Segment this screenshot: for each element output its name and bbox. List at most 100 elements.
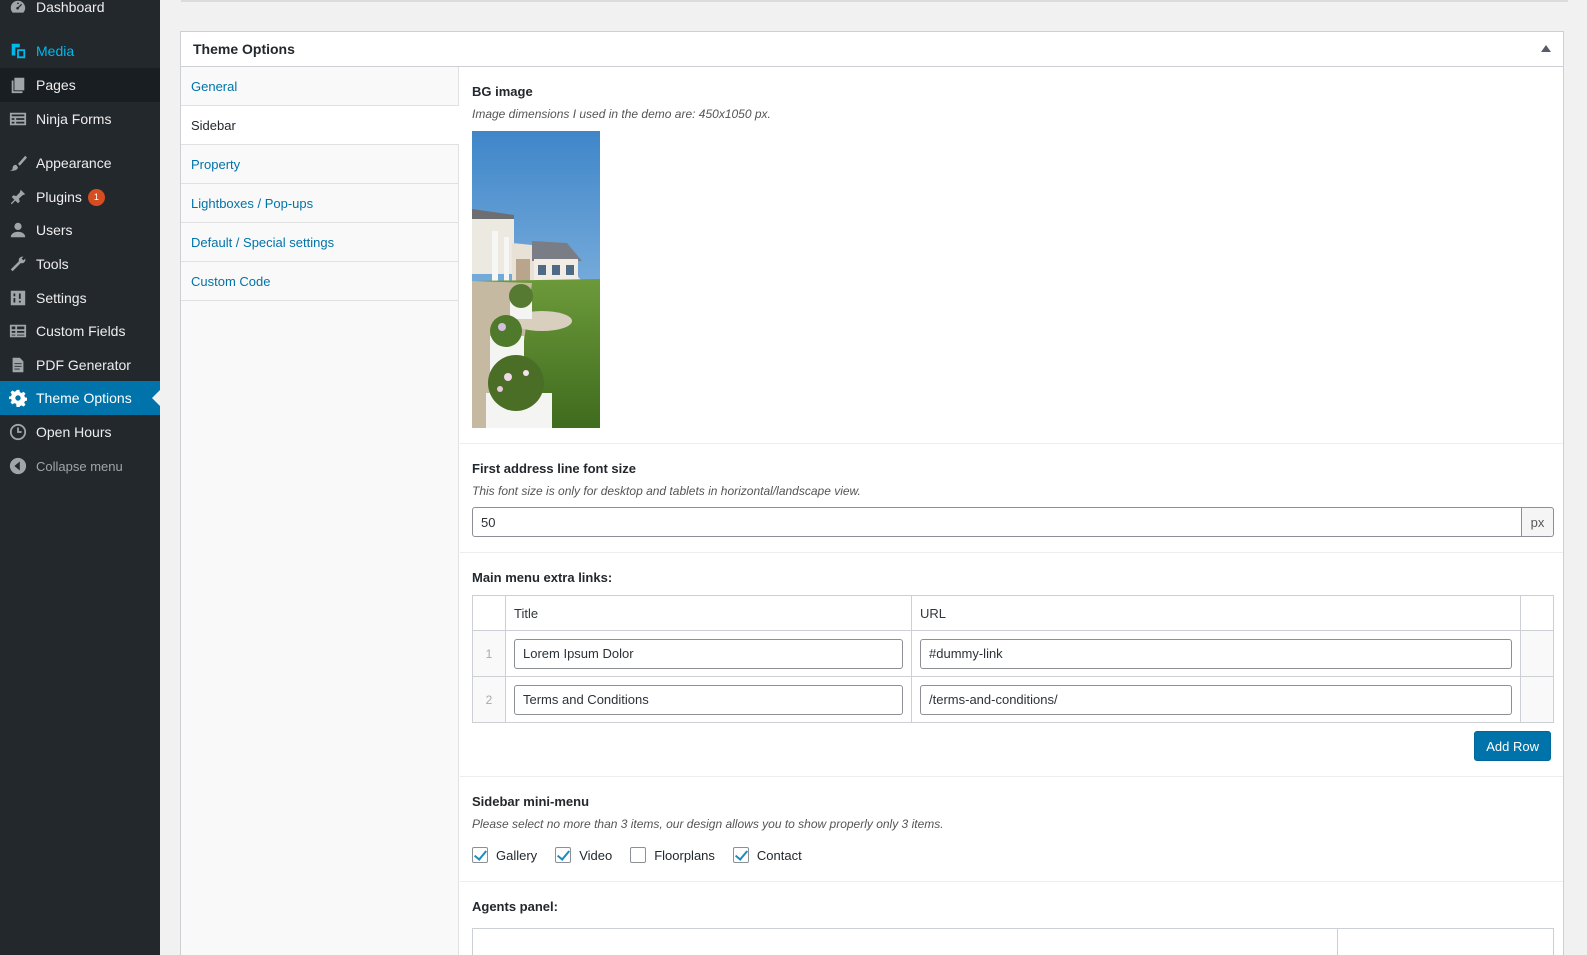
sidebar-item-theme-options[interactable]: Theme Options: [0, 381, 160, 415]
font-size-field: First address line font size This font s…: [460, 444, 1563, 553]
user-icon: [8, 220, 28, 240]
sidebar-item-label: Users: [36, 222, 73, 238]
actions-header: [1520, 595, 1554, 631]
sidebar-item-tools[interactable]: Tools: [0, 247, 160, 281]
admin-sidebar: Dashboard Media Pages Ninja Forms Appear…: [0, 0, 160, 955]
link-url-input[interactable]: [920, 638, 1512, 669]
tab-sidebar[interactable]: Sidebar: [181, 106, 459, 145]
title-column-header: Title: [505, 595, 912, 631]
row-actions[interactable]: [1520, 630, 1554, 677]
document-icon: [8, 355, 28, 375]
gear-icon: [8, 388, 28, 408]
field-label: BG image: [472, 84, 533, 99]
checkbox-label: Floorplans: [654, 847, 715, 863]
tab-content: BG image Image dimensions I used in the …: [460, 67, 1563, 955]
sidebar-item-label: Media: [36, 43, 75, 59]
collapse-icon: [8, 456, 28, 476]
tab-default-special-settings[interactable]: Default / Special settings: [181, 223, 458, 262]
collapse-menu-button[interactable]: Collapse menu: [0, 449, 160, 483]
media-icon: [8, 41, 28, 61]
url-column-header: URL: [911, 595, 1521, 631]
sidebar-item-plugins[interactable]: Plugins 1: [0, 180, 160, 214]
field-label: Agents panel:: [472, 899, 558, 914]
sidebar-item-pdf-generator[interactable]: PDF Generator: [0, 348, 160, 382]
plugin-icon: [8, 187, 28, 207]
table-row: 2: [472, 676, 1554, 723]
checkbox[interactable]: [732, 847, 749, 863]
sidebar-item-pages[interactable]: Pages: [0, 68, 160, 102]
agents-table: [472, 928, 1554, 955]
sidebar-item-label: Custom Fields: [36, 323, 126, 339]
row-order-handle[interactable]: 2: [472, 676, 506, 723]
sidebar-item-label: Dashboard: [36, 0, 105, 15]
theme-options-box: Theme Options General Sidebar Property L…: [180, 31, 1564, 955]
checkbox-label: Gallery: [496, 847, 538, 863]
table-header-row: Title URL: [472, 595, 1554, 631]
checkbox-label: Video: [579, 847, 613, 863]
sidebar-item-label: Appearance: [36, 155, 112, 171]
sidebar-item-media[interactable]: Media: [0, 34, 160, 68]
bg-image-preview[interactable]: [472, 131, 600, 428]
sidebar-item-label: Open Hours: [36, 424, 112, 440]
sliders-icon: [8, 288, 28, 308]
notice-divider: [181, 0, 1568, 2]
update-count-badge: 1: [87, 188, 105, 206]
sidebar-item-label: Theme Options: [36, 390, 132, 406]
title-cell: [505, 676, 912, 723]
tab-general[interactable]: General: [181, 67, 458, 106]
tab-property[interactable]: Property: [181, 145, 458, 184]
field-label: First address line font size: [472, 461, 636, 476]
agents-panel-field: Agents panel:: [460, 882, 1563, 955]
collapse-arrow-icon[interactable]: [1541, 45, 1551, 52]
table-icon: [8, 321, 28, 341]
checkbox-label: Contact: [756, 847, 802, 863]
house-photo: [472, 131, 600, 428]
field-description: This font size is only for desktop and t…: [472, 484, 861, 498]
sidebar-item-label: Settings: [36, 290, 87, 306]
title-cell: [505, 630, 912, 677]
checkbox[interactable]: [630, 847, 647, 863]
mini-menu-field: Sidebar mini-menu Please select no more …: [460, 777, 1563, 882]
row-order-handle[interactable]: 1: [472, 630, 506, 677]
sidebar-item-settings[interactable]: Settings: [0, 281, 160, 315]
sidebar-item-label: Collapse menu: [36, 458, 123, 474]
font-size-input-group: px: [472, 507, 1554, 537]
sidebar-item-label: PDF Generator: [36, 357, 131, 373]
add-row-button[interactable]: Add Row: [1474, 731, 1551, 761]
sidebar-item-custom-fields[interactable]: Custom Fields: [0, 314, 160, 348]
unit-label: px: [1522, 507, 1554, 537]
column-divider: [1337, 929, 1338, 955]
sidebar-item-label: Pages: [36, 77, 76, 93]
mini-menu-options: Gallery Video Floorplans Contact: [472, 847, 1551, 863]
font-size-input[interactable]: [472, 507, 1522, 537]
url-cell: [911, 630, 1521, 677]
tab-lightboxes[interactable]: Lightboxes / Pop-ups: [181, 184, 458, 223]
table-row: 1: [472, 630, 1554, 677]
row-actions[interactable]: [1520, 676, 1554, 723]
checkbox-video[interactable]: Video: [555, 847, 612, 863]
link-url-input[interactable]: [920, 684, 1512, 715]
checkbox[interactable]: [472, 847, 488, 863]
checkbox-contact[interactable]: Contact: [732, 847, 802, 863]
checkbox-floorplans[interactable]: Floorplans: [630, 847, 715, 863]
tab-custom-code[interactable]: Custom Code: [181, 262, 458, 301]
field-description: Please select no more than 3 items, our …: [472, 817, 944, 831]
sidebar-item-appearance[interactable]: Appearance: [0, 146, 160, 180]
url-cell: [911, 676, 1521, 723]
field-label: Sidebar mini-menu: [472, 794, 590, 809]
sidebar-item-dashboard[interactable]: Dashboard: [0, 0, 160, 24]
menu-links-field: Main menu extra links: Title URL 1 2: [460, 553, 1563, 777]
sidebar-item-label: Plugins: [36, 189, 82, 205]
sidebar-item-ninja-forms[interactable]: Ninja Forms: [0, 102, 160, 136]
sidebar-item-users[interactable]: Users: [0, 213, 160, 247]
link-title-input[interactable]: [514, 638, 903, 669]
checkbox-gallery[interactable]: Gallery: [472, 847, 537, 863]
checkbox[interactable]: [555, 847, 572, 863]
sidebar-item-label: Tools: [36, 256, 69, 272]
forms-icon: [8, 109, 28, 129]
sidebar-item-open-hours[interactable]: Open Hours: [0, 415, 160, 449]
dashboard-icon: [8, 0, 28, 17]
pages-icon: [8, 75, 28, 95]
link-title-input[interactable]: [514, 684, 903, 715]
field-label: Main menu extra links:: [472, 570, 613, 585]
